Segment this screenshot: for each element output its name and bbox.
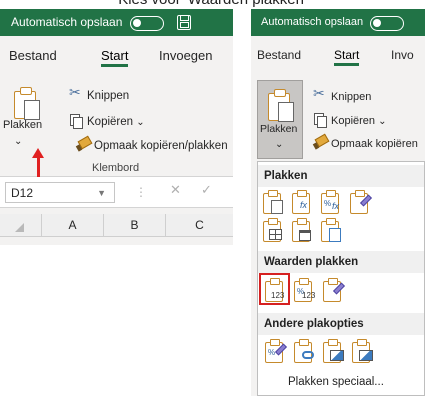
autosave-toggle[interactable]: [370, 16, 404, 31]
paste-icon[interactable]: [12, 86, 42, 120]
cut-button[interactable]: Knippen: [69, 85, 130, 102]
column-header-c[interactable]: C: [166, 214, 233, 237]
scissors-icon: [69, 85, 83, 101]
copy-label: Kopiëren: [331, 115, 376, 127]
copy-icon: [69, 114, 83, 129]
scissors-icon: [313, 86, 327, 102]
paste-linked-picture-icon[interactable]: [351, 339, 375, 363]
paste-values-source-formatting-icon[interactable]: [322, 278, 346, 302]
tab-file[interactable]: Bestand: [257, 48, 301, 62]
paste-button-label: Plakken: [260, 123, 298, 135]
tab-insert[interactable]: Invo: [391, 48, 414, 62]
paste-dropdown-chevron-icon[interactable]: ⌄: [275, 139, 283, 150]
paste-button-label[interactable]: Plakken: [3, 119, 42, 131]
paste-dropdown-chevron-icon[interactable]: ⌄: [14, 136, 22, 147]
paste-values-number-format-icon[interactable]: % 123: [293, 278, 317, 302]
formula-bar: D12 ▼ ⋮ ✕ ✓: [0, 177, 233, 208]
paste-icon[interactable]: [262, 190, 286, 214]
formula-separator: ⋮: [135, 185, 147, 199]
clipboard-group-label: Klembord: [92, 162, 140, 174]
paste-picture-icon[interactable]: [322, 339, 346, 363]
paste-formatting-icon[interactable]: %: [264, 339, 288, 363]
format-painter-button[interactable]: Opmaak kopiëren/plakken: [76, 138, 228, 152]
copy-icon: [313, 113, 327, 128]
cut-label: Knippen: [87, 90, 130, 102]
paste-keep-column-widths-icon[interactable]: [291, 218, 315, 242]
column-headers: A B C: [0, 214, 233, 237]
name-box[interactable]: D12 ▼: [5, 182, 115, 203]
format-painter-label: Opmaak kopiëren/plakken: [94, 140, 228, 152]
paste-icon: [266, 88, 296, 122]
select-all-corner[interactable]: [0, 214, 42, 237]
section-other-paste-options-heading: Andere plakopties: [258, 313, 424, 335]
format-painter-icon: [76, 138, 90, 151]
clipboard-ribbon: Plakken ⌄ Knippen Kopiëren ⌄ Opmaak kopi…: [0, 70, 233, 197]
formula-cancel-icon[interactable]: ✕: [170, 183, 181, 198]
section-paste-values-heading: Waarden plakken: [258, 251, 424, 273]
autosave-label: Automatisch opslaan: [11, 15, 123, 29]
format-painter-button[interactable]: Opmaak kopiëren: [313, 136, 418, 150]
paste-formulas-icon[interactable]: fx: [291, 190, 315, 214]
title-bar: Automatisch opslaan: [0, 9, 233, 36]
title-bar: Automatisch opslaan: [251, 9, 425, 36]
formula-enter-icon[interactable]: ✓: [201, 183, 212, 198]
copy-button[interactable]: Kopiëren ⌄: [69, 114, 145, 129]
name-box-value: D12: [11, 186, 34, 200]
column-header-b[interactable]: B: [104, 214, 166, 237]
column-header-a[interactable]: A: [42, 214, 104, 237]
tab-home[interactable]: Start: [101, 48, 129, 67]
paste-special-link[interactable]: Plakken speciaal...: [288, 376, 384, 388]
ribbon-tabs: Bestand Start Invo: [251, 36, 425, 70]
autosave-toggle[interactable]: [130, 16, 164, 31]
tab-file[interactable]: Bestand: [9, 48, 57, 63]
ribbon-tabs: Bestand Start Invoegen: [0, 36, 233, 70]
name-box-dropdown-icon[interactable]: ▼: [97, 183, 106, 203]
paste-no-borders-icon[interactable]: [262, 218, 286, 242]
save-icon[interactable]: [177, 15, 191, 30]
format-painter-icon: [313, 136, 327, 149]
paste-button-pressed[interactable]: Plakken ⌄: [257, 80, 303, 159]
cut-button[interactable]: Knippen: [313, 86, 372, 103]
paste-values-highlight: [259, 273, 290, 305]
paste-link-icon[interactable]: [293, 339, 317, 363]
tab-insert[interactable]: Invoegen: [159, 48, 213, 63]
cut-label: Knippen: [331, 91, 372, 103]
format-painter-label: Opmaak kopiëren: [331, 138, 418, 150]
section-paste-heading: Plakken: [258, 165, 424, 187]
right-excel-screenshot: Automatisch opslaan Bestand Start Invo P…: [251, 9, 425, 396]
copy-dropdown-chevron-icon[interactable]: ⌄: [136, 117, 144, 128]
paste-options-gallery: Plakken fx % fx Waarden plakken 123 % 123 …: [257, 161, 425, 396]
left-excel-screenshot: Automatisch opslaan Bestand Start Invoeg…: [0, 9, 233, 245]
copy-button[interactable]: Kopiëren ⌄: [313, 113, 387, 128]
copy-label: Kopiëren: [87, 116, 134, 128]
copy-dropdown-chevron-icon[interactable]: ⌄: [378, 116, 386, 127]
caption: Kies voor 'Waarden plakken': [0, 0, 425, 8]
paste-transpose-icon[interactable]: [320, 218, 344, 242]
autosave-label: Automatisch opslaan: [261, 16, 364, 28]
tab-home[interactable]: Start: [334, 48, 360, 66]
paste-keep-source-formatting-icon[interactable]: [349, 190, 373, 214]
paste-formulas-number-format-icon[interactable]: % fx: [320, 190, 344, 214]
